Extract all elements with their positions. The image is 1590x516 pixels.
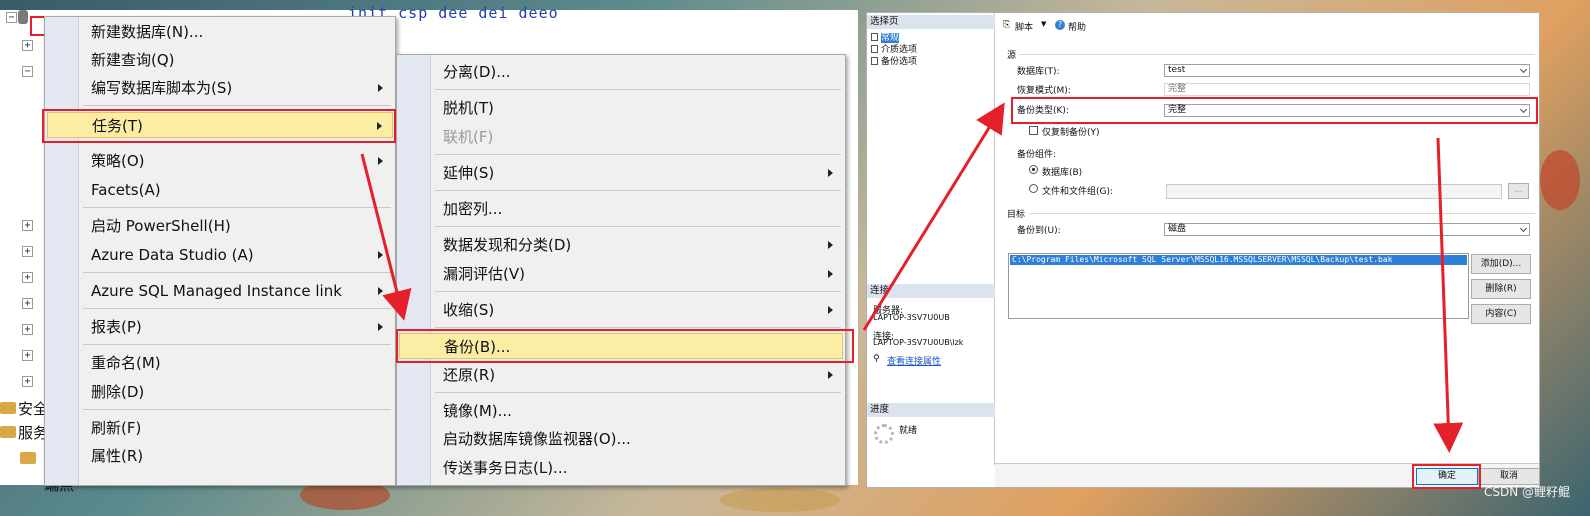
- arrow-backup-to-dialog: [862, 102, 1005, 331]
- annotation-arrows: [360, 102, 1464, 453]
- arrow-to-ok: [1433, 137, 1464, 453]
- watermark: CSDN @鲤籽鲲: [1483, 485, 1570, 499]
- arrow-tasks-to-backup: [360, 153, 412, 321]
